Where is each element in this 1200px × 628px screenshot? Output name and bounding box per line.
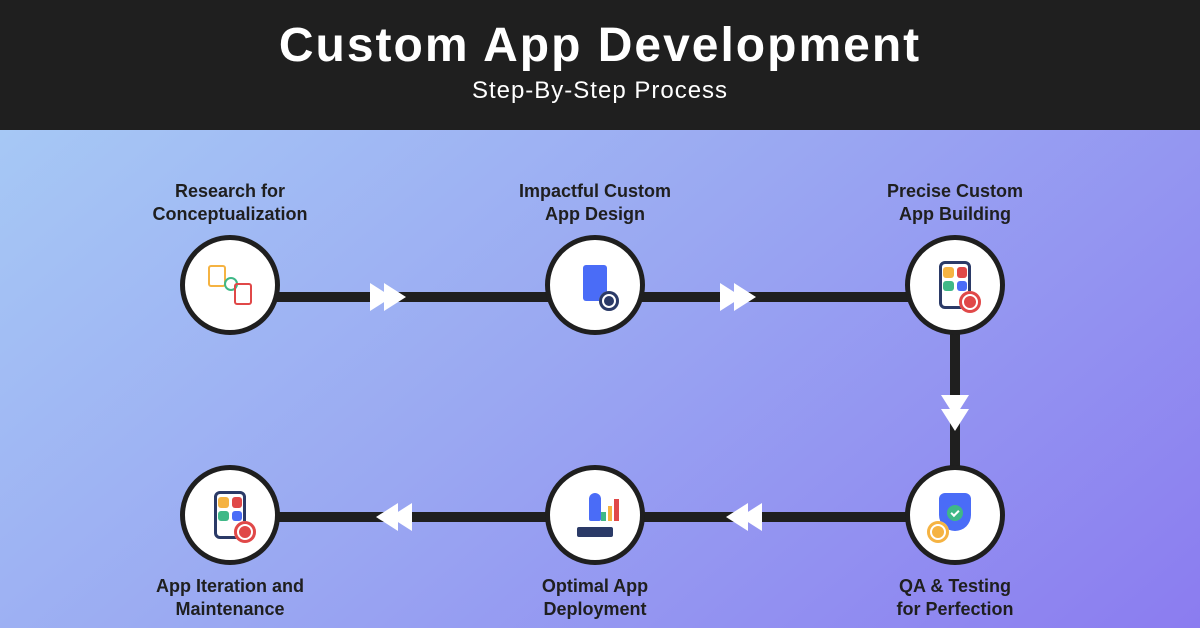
- step-label: Precise Custom App Building: [845, 180, 1065, 225]
- step-circle: [545, 235, 645, 335]
- step-label: Optimal App Deployment: [485, 575, 705, 620]
- process-diagram: Research for Conceptualization Impactful…: [0, 130, 1200, 628]
- step-circle: [180, 235, 280, 335]
- maintain-icon: [200, 485, 260, 545]
- page-title: Custom App Development: [0, 18, 1200, 73]
- step-label: Impactful Custom App Design: [485, 180, 705, 225]
- step-label: QA & Testing for Perfection: [845, 575, 1065, 620]
- step-label: App Iteration and Maintenance: [120, 575, 340, 620]
- step-design: Impactful Custom App Design: [485, 180, 705, 335]
- step-circle: [180, 465, 280, 565]
- header: Custom App Development Step-By-Step Proc…: [0, 0, 1200, 130]
- step-label: Research for Conceptualization: [120, 180, 340, 225]
- step-maintain: App Iteration and Maintenance: [120, 465, 340, 620]
- page-subtitle: Step-By-Step Process: [0, 77, 1200, 105]
- step-build: Precise Custom App Building: [845, 180, 1065, 335]
- step-circle: [905, 465, 1005, 565]
- step-circle: [545, 465, 645, 565]
- qa-icon: [925, 485, 985, 545]
- build-icon: [925, 255, 985, 315]
- step-deploy: Optimal App Deployment: [485, 465, 705, 620]
- step-qa: QA & Testing for Perfection: [845, 465, 1065, 620]
- step-research: Research for Conceptualization: [120, 180, 340, 335]
- design-icon: [565, 255, 625, 315]
- step-circle: [905, 235, 1005, 335]
- research-icon: [200, 255, 260, 315]
- deploy-icon: [565, 485, 625, 545]
